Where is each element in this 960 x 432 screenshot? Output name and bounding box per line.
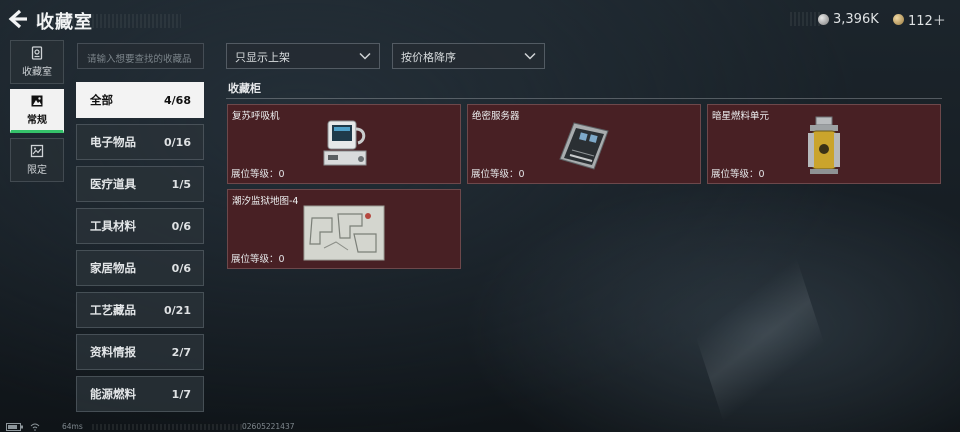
- category-list: 全部 4/68 电子物品 0/16 医疗道具 1/5 工具材料 0/6 家居物品…: [76, 82, 204, 418]
- wifi-icon: [30, 423, 40, 431]
- category-count: 2/7: [171, 345, 191, 359]
- currency-decoration: [790, 12, 820, 26]
- background-light-streak: [675, 235, 845, 432]
- category-count: 0/6: [171, 219, 191, 233]
- item-name: 潮汐监狱地图-4: [232, 196, 299, 207]
- category-label: 工艺藏品: [90, 303, 136, 317]
- limited-icon: [30, 144, 44, 158]
- regular-icon: [31, 95, 43, 107]
- nav-item-regular[interactable]: 常规: [10, 89, 64, 133]
- item-grade: 展位等级：0: [711, 169, 765, 180]
- server-icon: [559, 122, 609, 170]
- back-button[interactable]: [8, 9, 30, 29]
- category-label: 工具材料: [90, 219, 136, 233]
- category-count: 4/68: [164, 93, 191, 107]
- user-id: 02605221437: [242, 422, 295, 431]
- nav-item-limited[interactable]: 限定: [10, 138, 64, 182]
- nav-item-collection-room[interactable]: 收藏室: [10, 40, 64, 84]
- ping-value: 64ms: [62, 422, 83, 431]
- item-card[interactable]: 潮汐监狱地图-4 展位等级：0: [227, 189, 461, 269]
- category-energy[interactable]: 能源燃料 1/7: [76, 376, 204, 412]
- item-card[interactable]: 复苏呼吸机 展位等级：0: [227, 104, 461, 184]
- show-filter-dropdown[interactable]: 只显示上架: [226, 43, 380, 69]
- chevron-down-icon: [359, 52, 371, 60]
- currency-gold-value: 112＋: [908, 13, 946, 29]
- category-label: 家居物品: [90, 261, 136, 275]
- dropdown-value: 按价格降序: [401, 51, 456, 64]
- category-crafts[interactable]: 工艺藏品 0/21: [76, 292, 204, 328]
- dropdown-value: 只显示上架: [235, 51, 290, 64]
- category-count: 0/6: [171, 261, 191, 275]
- item-grade: 展位等级：0: [231, 169, 285, 180]
- category-label: 能源燃料: [90, 387, 136, 401]
- item-card[interactable]: 绝密服务器 展位等级：0: [467, 104, 701, 184]
- item-grade: 展位等级：0: [231, 254, 285, 265]
- collection-room-icon: [31, 46, 43, 60]
- page-title: 收藏室: [36, 12, 93, 33]
- item-name: 暗星燃料单元: [712, 111, 770, 122]
- nav-item-label: 常规: [27, 115, 47, 126]
- fuel-cell-icon: [808, 116, 840, 174]
- category-medical[interactable]: 医疗道具 1/5: [76, 166, 204, 202]
- silver-coin-icon: [818, 13, 829, 25]
- currency-silver-value: 3,396K: [833, 11, 879, 27]
- category-count: 1/5: [171, 177, 191, 191]
- category-label: 资料情报: [90, 345, 136, 359]
- category-all[interactable]: 全部 4/68: [76, 82, 204, 118]
- category-count: 0/21: [164, 303, 191, 317]
- search-input[interactable]: 请输入想要查找的收藏品: [77, 43, 204, 69]
- nav-item-label: 限定: [27, 165, 47, 176]
- item-card[interactable]: 暗星燃料单元 展位等级：0: [707, 104, 941, 184]
- item-grade: 展位等级：0: [471, 169, 525, 180]
- category-count: 1/7: [171, 387, 191, 401]
- section-divider: [226, 98, 942, 99]
- back-arrow-icon: [8, 9, 27, 29]
- section-title: 收藏柜: [228, 82, 261, 95]
- chevron-down-icon: [524, 52, 536, 60]
- side-nav: 收藏室 常规 限定: [10, 40, 64, 187]
- category-tools[interactable]: 工具材料 0/6: [76, 208, 204, 244]
- status-bar: 64ms 02605221437: [6, 421, 326, 432]
- respirator-machine-icon: [323, 120, 367, 166]
- battery-icon: [6, 422, 23, 431]
- category-household[interactable]: 家居物品 0/6: [76, 250, 204, 286]
- map-icon: [303, 205, 385, 261]
- status-decoration: [92, 424, 242, 430]
- currency-gold[interactable]: 112＋: [893, 10, 946, 29]
- nav-item-label: 收藏室: [22, 67, 52, 78]
- category-label: 医疗道具: [90, 177, 136, 191]
- gold-coin-icon: [893, 13, 904, 25]
- item-name: 复苏呼吸机: [232, 111, 280, 122]
- category-electronics[interactable]: 电子物品 0/16: [76, 124, 204, 160]
- category-label: 全部: [90, 93, 113, 107]
- category-intel[interactable]: 资料情报 2/7: [76, 334, 204, 370]
- category-label: 电子物品: [90, 135, 136, 149]
- item-name: 绝密服务器: [472, 111, 520, 122]
- header: 收藏室 3,396K 112＋: [0, 0, 960, 38]
- category-count: 0/16: [164, 135, 191, 149]
- sort-dropdown[interactable]: 按价格降序: [392, 43, 545, 69]
- currency-silver[interactable]: 3,396K: [818, 10, 879, 28]
